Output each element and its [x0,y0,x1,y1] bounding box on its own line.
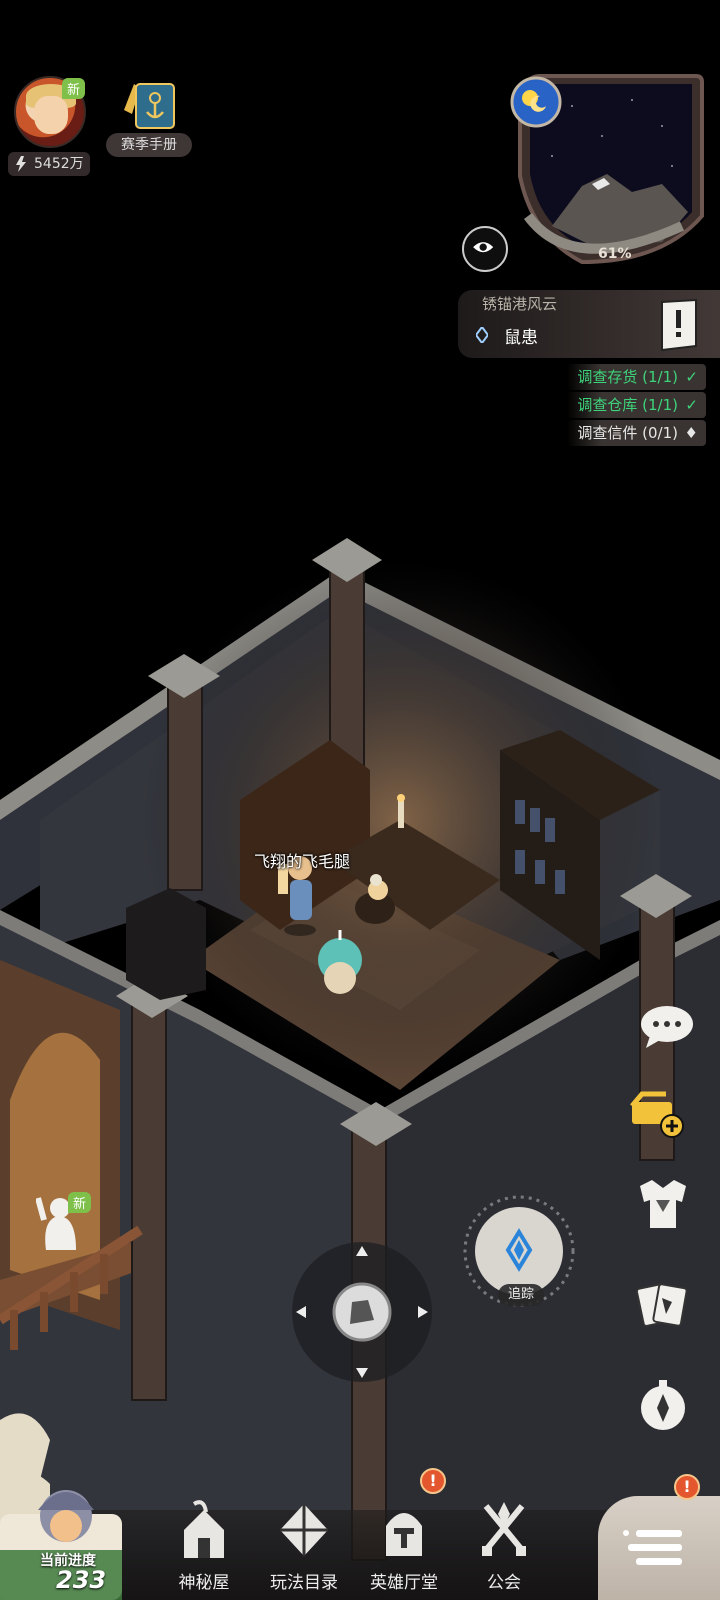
compass-icon[interactable] [632,1374,694,1436]
power-value: 5452万 [34,156,84,172]
player-name-label: 飞翔的飞毛腿 [254,852,351,871]
track-label[interactable]: 追踪 [498,1284,544,1306]
nav-label: 英雄厅堂 [370,1573,438,1593]
power-icon [16,156,26,172]
cards-icon[interactable] [632,1274,694,1336]
menu-alert-badge: ! [674,1474,700,1500]
nav-guild[interactable]: 公会 [456,1500,552,1600]
nav-label: 神秘屋 [178,1573,230,1593]
hero-hall-icon [386,1513,422,1556]
avatar-face [34,96,68,134]
subtask-label: 调查信件 (0/1) [577,424,678,442]
check-icon: ✓ [685,396,698,414]
season-manual-label[interactable]: 赛季手册 [106,133,192,157]
progress-value: 233 [56,1566,107,1594]
movement-joystick[interactable] [290,1240,434,1384]
check-icon: ✓ [685,368,698,386]
nav-gameplay-catalog[interactable]: 玩法目录 [256,1500,352,1600]
power-display: 5452万 [8,152,90,176]
main-menu-button[interactable] [598,1496,720,1600]
hero-hall-alert-badge: ! [420,1468,446,1494]
guild-icon [482,1502,526,1556]
quest-book-icon[interactable] [656,298,702,354]
subtask-item[interactable]: 调查存货 (1/1) ✓ [567,364,706,390]
subtask-label: 调查仓库 (1/1) [577,396,678,414]
quest-title[interactable]: 鼠患 [504,323,538,348]
subtask-item[interactable]: 调查仓库 (1/1) ✓ [567,392,706,418]
avatar-new-badge: 新 [62,78,86,99]
nav-mystery-house[interactable]: 神秘屋 [156,1500,252,1600]
diamond-marker-icon: ♦ [684,424,698,442]
season-manual-icon[interactable] [120,80,180,132]
menu-list-icon [623,1530,682,1565]
explore-percent: 61% [598,246,632,262]
nav-hero-hall[interactable]: 英雄厅堂 [356,1500,452,1600]
sun-moon-icon[interactable] [510,76,562,128]
nav-label: 玩法目录 [270,1573,338,1593]
nav-label: 公会 [487,1573,521,1593]
mystery-house-icon [184,1500,224,1558]
npc-new-badge: 新 [68,1192,92,1213]
gameplay-catalog-icon [280,1504,328,1556]
armor-icon[interactable] [632,1172,694,1234]
cart-icon[interactable] [626,1080,688,1142]
view-toggle-button[interactable] [462,226,508,272]
subtask-label: 调查存货 (1/1) [577,368,678,386]
quest-region: 锈锚港风云 [482,295,558,313]
quest-diamond-icon [476,327,488,343]
eye-icon [473,242,494,253]
subtask-item[interactable]: 调查信件 (0/1) ♦ [567,420,706,446]
chat-icon[interactable] [636,996,698,1058]
